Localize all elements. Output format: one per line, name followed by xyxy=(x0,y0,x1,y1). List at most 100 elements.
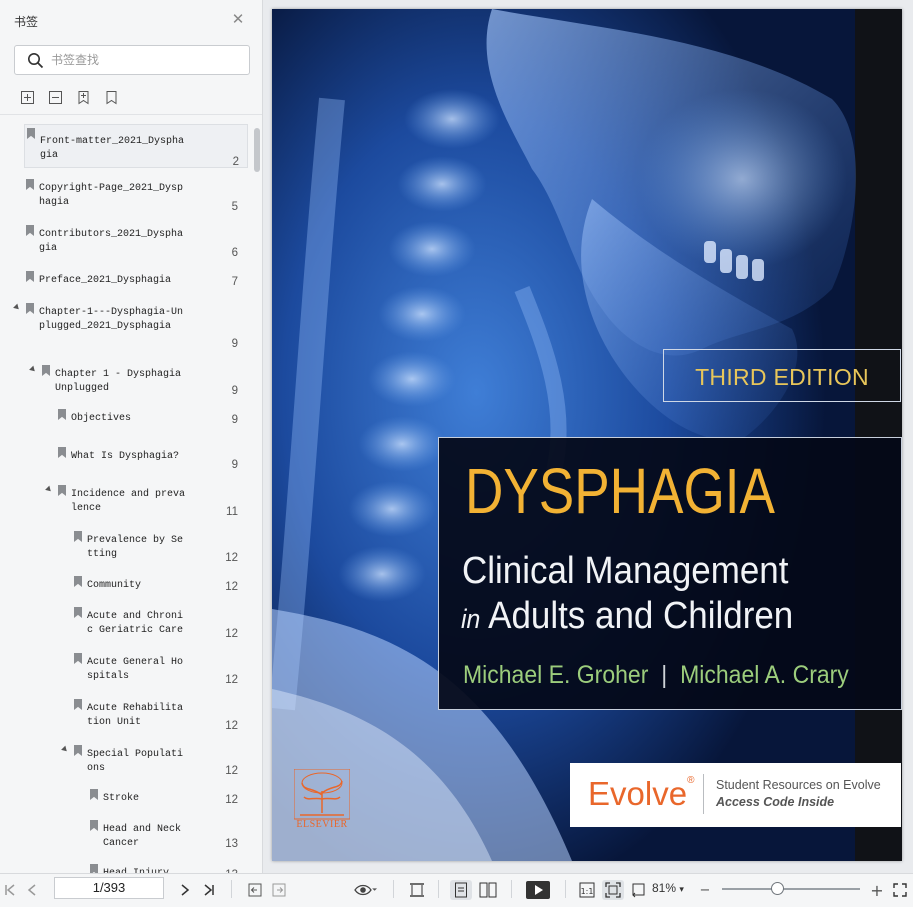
actual-size-icon[interactable]: 1:1 xyxy=(577,880,597,900)
page-number-input[interactable]: 1/393 xyxy=(54,877,164,899)
first-page-icon[interactable] xyxy=(2,880,18,900)
bookmark-item[interactable]: Acute and Chroni c Geriatric Care 12 xyxy=(0,604,250,644)
bookmark-page-number: 12 xyxy=(225,552,238,564)
search-icon xyxy=(28,53,44,69)
bookmark-page-number: 12 xyxy=(225,720,238,732)
bookmark-label: Acute and Chroni c Geriatric Care xyxy=(87,611,184,636)
bookmark-item[interactable]: Special Populati ons 12 xyxy=(0,742,250,778)
bookmark-page-number: 12 xyxy=(225,581,238,593)
panel-title: 书签 xyxy=(14,15,39,29)
bookmark-item[interactable]: Head Injury13 xyxy=(0,861,250,873)
collapse-arrow-icon[interactable] xyxy=(13,303,21,312)
bookmark-label: Copyright-Page_2021_Dysp hagia xyxy=(39,183,184,208)
bookmark-label: Prevalence by Se tting xyxy=(87,535,184,560)
bookmark-flag-icon xyxy=(74,607,82,618)
xray-image xyxy=(272,9,857,861)
bookmark-flag-icon xyxy=(74,531,82,542)
bookmark-flag-icon xyxy=(90,820,98,831)
bookmark-item[interactable]: Contributors_2021_Dyspha gia 6 xyxy=(0,222,250,264)
bookmark-item[interactable]: Stroke 12 xyxy=(0,786,250,808)
bookmark-item[interactable]: Chapter-1---Dysphagia-Un plugged_2021_Dy… xyxy=(0,300,250,350)
bookmark-flag-icon xyxy=(27,128,35,139)
bookmark-label: Chapter 1 - Dysphagia Unplugged xyxy=(55,369,182,394)
bookmark-page-number: 6 xyxy=(231,247,238,259)
collapse-arrow-icon[interactable] xyxy=(61,745,69,754)
zoom-level[interactable]: 81% ▾ xyxy=(652,881,684,895)
bookmark-flag-icon xyxy=(26,225,34,236)
bookmark-label: Chapter-1---Dysphagia-Un plugged_2021_Dy… xyxy=(39,307,184,332)
fullscreen-icon[interactable] xyxy=(891,880,909,900)
evolve-logo-text: Evolve xyxy=(588,775,688,812)
bookmark-item[interactable]: Acute Rehabilita tion Unit 12 xyxy=(0,696,250,736)
divider xyxy=(393,880,394,898)
bookmark-item[interactable]: Community 12 xyxy=(0,573,250,595)
add-bookmark-icon[interactable] xyxy=(76,90,91,105)
zoom-out-icon[interactable]: − xyxy=(697,880,713,900)
author-separator: | xyxy=(661,661,668,689)
subtitle-in: in xyxy=(461,604,481,634)
collapse-arrow-icon[interactable] xyxy=(29,365,37,374)
bookmark-page-number: 5 xyxy=(231,201,238,213)
fit-page-icon[interactable] xyxy=(602,880,624,900)
bookmark-item[interactable]: Objectives 9 xyxy=(0,406,250,428)
zoom-in-icon[interactable]: + xyxy=(869,880,885,900)
bookmark-label: Preface_2021_Dysphagia xyxy=(39,275,172,286)
last-page-icon[interactable] xyxy=(200,880,218,900)
subtitle-line2-text: Adults and Children xyxy=(488,595,794,637)
bookmark-tree: Front-matter_2021_Dyspha gia 2 Copyright-P… xyxy=(0,122,262,873)
zoom-slider-thumb[interactable] xyxy=(771,882,785,895)
collapse-arrow-icon[interactable] xyxy=(45,485,53,494)
bookmark-flag-icon xyxy=(90,789,98,800)
next-page-icon[interactable] xyxy=(177,880,193,900)
bookmark-label: Stroke xyxy=(103,793,140,804)
bookmark-item[interactable]: Front-matter_2021_Dyspha gia 2 xyxy=(24,124,248,168)
scrollbar-thumb[interactable] xyxy=(254,128,260,172)
prev-page-icon[interactable] xyxy=(24,880,40,900)
eye-care-icon[interactable] xyxy=(352,880,382,900)
bookmark-search-input[interactable] xyxy=(51,51,241,69)
evolve-logo: Evolve® xyxy=(588,775,694,813)
evolve-registered-mark: ® xyxy=(687,775,695,786)
fit-width-icon[interactable] xyxy=(407,880,427,900)
collapse-all-icon[interactable] xyxy=(48,90,63,105)
expand-all-icon[interactable] xyxy=(20,90,35,105)
bookmark-page-number: 9 xyxy=(231,338,238,350)
divider xyxy=(231,880,232,898)
author-1: Michael E. Groher xyxy=(463,661,649,689)
evolve-line1: Student Resources on Evolve xyxy=(716,778,881,792)
svg-text:1:1: 1:1 xyxy=(581,887,594,896)
bookmark-toolbar xyxy=(20,90,119,105)
previous-view-icon[interactable] xyxy=(246,880,264,900)
bookmark-flag-icon xyxy=(26,271,34,282)
bookmark-flag-icon xyxy=(90,864,98,873)
chevron-down-icon: ▾ xyxy=(679,884,684,894)
slideshow-icon[interactable] xyxy=(525,880,551,900)
edition-label: THIRD EDITION xyxy=(695,364,869,390)
next-view-icon[interactable] xyxy=(270,880,288,900)
edition-box: THIRD EDITION xyxy=(663,349,901,402)
bookmark-page-number: 13 xyxy=(225,838,238,850)
bookmark-item[interactable]: Acute General Ho spitals 12 xyxy=(0,650,250,690)
zoom-slider[interactable] xyxy=(722,888,860,890)
two-page-icon[interactable] xyxy=(477,880,499,900)
bookmark-panel: 书签 ✕ F xyxy=(0,0,263,873)
bookmark-item[interactable]: Incidence and preva lence 11 xyxy=(0,482,250,518)
bookmark-item[interactable]: Prevalence by Se tting 12 xyxy=(0,528,250,564)
bookmark-icon[interactable] xyxy=(104,90,119,105)
bookmark-item[interactable]: Chapter 1 - Dysphagia Unplugged 9 xyxy=(0,362,250,398)
bookmark-label: Contributors_2021_Dyspha gia xyxy=(39,229,184,254)
book-subtitle-line1: Clinical Management xyxy=(462,550,789,592)
bookmark-item[interactable]: Preface_2021_Dysphagia 7 xyxy=(0,268,250,288)
bookmark-flag-icon xyxy=(74,653,82,664)
bookmark-item[interactable]: Copyright-Page_2021_Dysp hagia 5 xyxy=(0,176,250,218)
bookmark-item[interactable]: What Is Dysphagia? 9 xyxy=(0,444,250,471)
bookmark-label: Acute Rehabilita tion Unit xyxy=(87,703,184,728)
bookmark-label: Objectives xyxy=(71,413,132,424)
bookmark-item[interactable]: Head and Neck Cancer 13 xyxy=(0,817,250,857)
bookmark-label: Incidence and preva lence xyxy=(71,489,186,514)
single-page-icon[interactable] xyxy=(450,880,472,900)
bookmark-flag-icon xyxy=(74,745,82,756)
close-icon[interactable]: ✕ xyxy=(231,12,245,27)
bookmark-search-box[interactable] xyxy=(14,45,250,75)
rotate-icon[interactable] xyxy=(630,880,648,900)
